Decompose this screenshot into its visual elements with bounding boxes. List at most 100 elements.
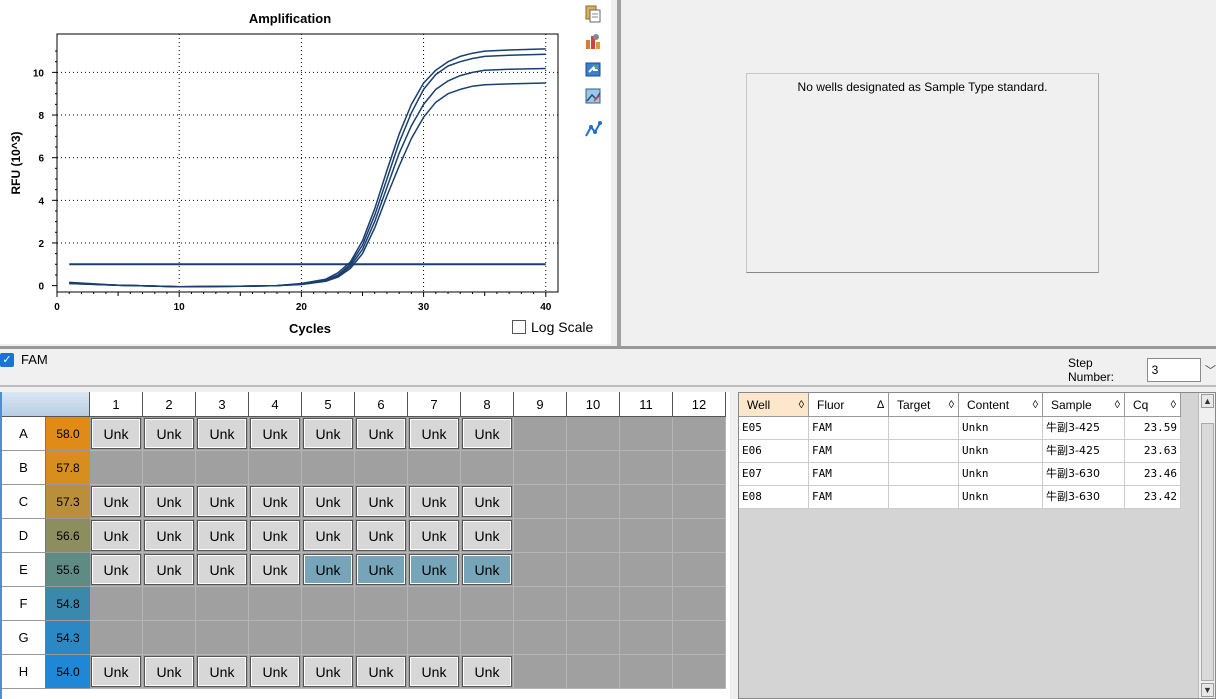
plate-well[interactable] [461, 587, 514, 621]
chart-style-icon[interactable] [584, 120, 602, 138]
plate-well[interactable] [673, 519, 726, 553]
image-icon[interactable] [584, 87, 602, 105]
table-cell-content[interactable]: Unkn [959, 440, 1043, 463]
sort-icon[interactable]: ◊ [1115, 399, 1120, 411]
well-content-label[interactable]: Unk [91, 486, 141, 517]
plate-well[interactable] [673, 485, 726, 519]
plate-well[interactable] [620, 485, 673, 519]
plate-well[interactable] [514, 451, 567, 485]
plate-well[interactable]: Unk [408, 553, 461, 587]
table-scrollbar[interactable]: ▲ ▼ [1198, 393, 1215, 698]
well-content-label[interactable]: Unk [144, 418, 194, 449]
plate-well[interactable] [514, 655, 567, 689]
settings-icon[interactable] [584, 32, 602, 50]
sort-icon[interactable]: ◊ [949, 399, 954, 411]
plate-well[interactable]: Unk [355, 485, 408, 519]
plate-well[interactable]: Unk [196, 485, 249, 519]
well-content-label[interactable]: Unk [356, 418, 406, 449]
well-content-label[interactable]: Unk [409, 520, 459, 551]
plate-well[interactable] [620, 417, 673, 451]
well-content-label[interactable]: Unk [462, 486, 512, 517]
plate-well[interactable] [567, 519, 620, 553]
plate-well[interactable]: Unk [408, 485, 461, 519]
plate-well[interactable] [567, 655, 620, 689]
sort-icon[interactable]: ∆ [877, 399, 884, 411]
copy-icon[interactable] [584, 5, 602, 23]
well-content-label[interactable]: Unk [197, 520, 247, 551]
plate-row-header[interactable]: D [2, 519, 46, 553]
plate-well[interactable] [249, 621, 302, 655]
horizontal-splitter[interactable] [0, 346, 1216, 349]
plate-well[interactable] [90, 587, 143, 621]
plate-well[interactable] [90, 621, 143, 655]
plate-well[interactable] [408, 621, 461, 655]
table-cell-fluor[interactable]: FAM [809, 440, 889, 463]
plate-well[interactable]: Unk [90, 655, 143, 689]
table-cell-sample[interactable]: 牛副3-425 [1043, 417, 1125, 440]
plate-well[interactable] [408, 587, 461, 621]
plate-row-header[interactable]: G [2, 621, 46, 655]
plate-well[interactable]: Unk [461, 519, 514, 553]
plate-well[interactable]: Unk [302, 655, 355, 689]
plate-well[interactable]: Unk [408, 519, 461, 553]
chevron-down-icon[interactable]: ﹀ [1205, 362, 1216, 378]
plate-row-header[interactable]: C [2, 485, 46, 519]
plate-well[interactable] [620, 553, 673, 587]
plate-column-header[interactable]: 11 [620, 392, 673, 417]
plate-well[interactable] [90, 451, 143, 485]
plate-well[interactable] [302, 587, 355, 621]
plate-column-header[interactable]: 7 [408, 392, 461, 417]
plate-well[interactable] [673, 451, 726, 485]
well-content-label[interactable]: Unk [197, 656, 247, 687]
column-header-fluor[interactable]: Fluor ∆ [809, 393, 889, 417]
plate-column-header[interactable]: 3 [196, 392, 249, 417]
plate-well[interactable]: Unk [90, 417, 143, 451]
plate-well[interactable]: Unk [196, 417, 249, 451]
plate-well[interactable]: Unk [196, 655, 249, 689]
sort-icon[interactable]: ◊ [799, 399, 804, 411]
plate-well[interactable] [249, 587, 302, 621]
plate-well[interactable]: Unk [355, 519, 408, 553]
plate-well[interactable] [143, 621, 196, 655]
plate-well[interactable]: Unk [143, 485, 196, 519]
well-content-label[interactable]: Unk [91, 418, 141, 449]
plate-column-header[interactable]: 8 [461, 392, 514, 417]
table-cell-fluor[interactable]: FAM [809, 417, 889, 440]
table-cell-sample[interactable]: 牛副3-630 [1043, 463, 1125, 486]
well-content-label[interactable]: Unk [303, 554, 353, 585]
plate-well[interactable]: Unk [461, 655, 514, 689]
column-header-well[interactable]: Well ◊ [739, 393, 809, 417]
well-content-label[interactable]: Unk [197, 554, 247, 585]
plate-well[interactable]: Unk [143, 553, 196, 587]
table-cell-content[interactable]: Unkn [959, 417, 1043, 440]
plate-well[interactable]: Unk [461, 553, 514, 587]
plate-well[interactable] [355, 621, 408, 655]
plate-well[interactable]: Unk [90, 485, 143, 519]
well-content-label[interactable]: Unk [197, 486, 247, 517]
table-cell-well[interactable]: E05 [739, 417, 809, 440]
plate-column-header[interactable]: 1 [90, 392, 143, 417]
plate-well[interactable]: Unk [355, 553, 408, 587]
well-content-label[interactable]: Unk [250, 418, 300, 449]
step-number-select[interactable]: 3 [1146, 358, 1201, 382]
column-header-content[interactable]: Content ◊ [959, 393, 1043, 417]
well-content-label[interactable]: Unk [409, 418, 459, 449]
plate-well[interactable] [355, 587, 408, 621]
plate-well[interactable] [673, 553, 726, 587]
plate-well[interactable] [461, 621, 514, 655]
well-content-label[interactable]: Unk [197, 418, 247, 449]
plate-well[interactable] [196, 451, 249, 485]
well-content-label[interactable]: Unk [250, 486, 300, 517]
well-content-label[interactable]: Unk [144, 554, 194, 585]
plate-well[interactable] [514, 553, 567, 587]
plate-well[interactable] [567, 587, 620, 621]
plate-well[interactable] [567, 553, 620, 587]
table-cell-fluor[interactable]: FAM [809, 486, 889, 509]
plate-row-header[interactable]: H [2, 655, 46, 689]
fluor-filter[interactable]: ✓ FAM [0, 352, 48, 367]
plate-column-header[interactable]: 10 [567, 392, 620, 417]
table-cell-sample[interactable]: 牛副3-630 [1043, 486, 1125, 509]
plate-well[interactable]: Unk [143, 519, 196, 553]
plate-well[interactable] [196, 587, 249, 621]
plate-well[interactable]: Unk [355, 417, 408, 451]
